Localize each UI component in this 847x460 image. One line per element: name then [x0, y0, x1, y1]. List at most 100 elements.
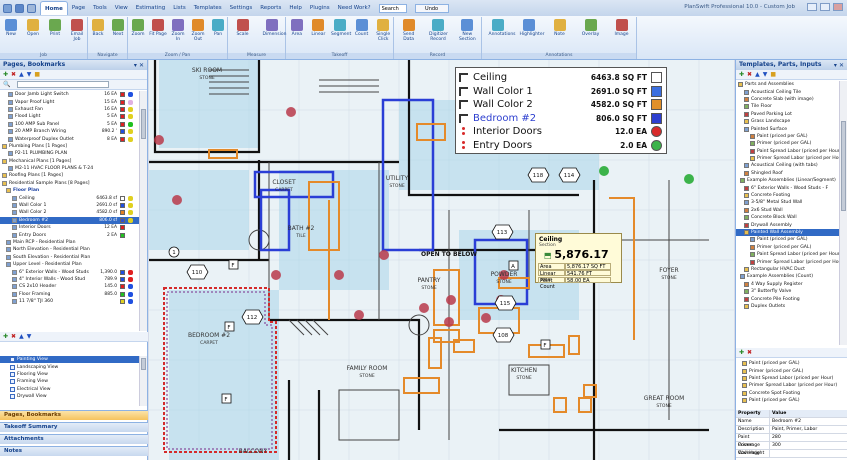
lightbulb-icon[interactable]: [128, 195, 133, 201]
down-icon[interactable]: ▼: [27, 71, 32, 78]
annotations-button[interactable]: Annotations: [489, 19, 516, 37]
highlighter-button[interactable]: Highlighter: [520, 19, 544, 37]
part-row[interactable]: Shingled Roof: [736, 170, 839, 177]
pan-button[interactable]: Pan: [209, 19, 227, 37]
lightbulb-icon[interactable]: [128, 136, 133, 142]
color-swatch[interactable]: [120, 129, 125, 135]
parts-scrollbar[interactable]: [839, 81, 847, 345]
next-button[interactable]: Next: [109, 19, 127, 37]
tree-row[interactable]: CS 2x10 Header 145.0: [0, 283, 139, 290]
drawing-canvas[interactable]: 110 112 118 114 113 115 108 1 F F F A F SKI RO…: [149, 60, 734, 460]
lower-delete-icon[interactable]: ✖: [747, 349, 752, 356]
part-row[interactable]: Duplex Outlets: [736, 303, 839, 310]
color-swatch[interactable]: [120, 276, 125, 282]
lower-add-icon[interactable]: ✚: [739, 349, 744, 356]
back-button[interactable]: Back: [89, 19, 107, 37]
lightbulb-icon[interactable]: [128, 106, 133, 112]
quick-access-icon[interactable]: [27, 3, 36, 13]
part-row[interactable]: Example Assemblies (Count): [736, 273, 839, 280]
tree-row[interactable]: Upper Level - Residential Plan: [0, 261, 139, 268]
lightbulb-icon[interactable]: [128, 99, 133, 105]
item-row[interactable]: Primer Spread Labor (priced per Hour): [736, 382, 839, 389]
tree-row[interactable]: Wall Color 2 4582.0 sf: [0, 209, 139, 216]
part-row[interactable]: Primer (priced per GAL): [736, 140, 839, 147]
up-icon[interactable]: ▲: [19, 71, 24, 78]
part-row[interactable]: Drywall Assembly: [736, 221, 839, 228]
digitizer-record-button[interactable]: Digitizer Record: [429, 19, 448, 42]
color-swatch[interactable]: [120, 210, 125, 216]
tab-settings[interactable]: Settings: [226, 1, 257, 15]
tree-row[interactable]: Wall Color 1 2691.0 sf: [0, 202, 139, 209]
property-row[interactable]: Wall Height: [736, 450, 847, 458]
area-button[interactable]: Area: [288, 19, 306, 37]
tree-row[interactable]: 100 AMP Sub Panel 5 EA: [0, 121, 139, 128]
search-input[interactable]: Search: [378, 3, 407, 13]
part-row[interactable]: Grass Landscape: [736, 118, 839, 125]
send-data-button[interactable]: Send Data: [400, 19, 418, 42]
item-row[interactable]: Paint (priced per GAL): [736, 397, 839, 404]
tab-home[interactable]: Home: [40, 1, 68, 15]
part-up-icon[interactable]: ▲: [755, 71, 760, 78]
tree-row[interactable]: Flood Light 5 EA: [0, 113, 139, 120]
find-input[interactable]: [17, 81, 110, 88]
view-down-icon[interactable]: ▼: [27, 333, 32, 340]
view-item[interactable]: Landscaping View: [0, 363, 139, 370]
tree-row[interactable]: Door Jamb Light Switch 16 EA: [0, 91, 139, 98]
part-row[interactable]: Primer Spread Labor (priced per Hour): [736, 258, 839, 265]
lightbulb-icon[interactable]: [128, 217, 133, 223]
tab-lists[interactable]: Lists: [169, 1, 189, 15]
delete-part-icon[interactable]: ✖: [747, 71, 752, 78]
view-item[interactable]: Framing View: [0, 378, 139, 385]
part-row[interactable]: Primer (priced per GAL): [736, 244, 839, 251]
item-row[interactable]: Paint (priced per GAL): [736, 360, 839, 367]
app-logo-icon[interactable]: [3, 3, 12, 13]
tab-help[interactable]: Help: [285, 1, 306, 15]
fit-page-button[interactable]: Fit Page: [149, 19, 167, 37]
zoom-in-button[interactable]: Zoom In: [169, 19, 187, 42]
lightbulb-icon[interactable]: [128, 121, 133, 127]
views-scroll-thumb[interactable]: [141, 358, 146, 370]
view-item[interactable]: Electrical View: [0, 386, 139, 393]
view-up-icon[interactable]: ▲: [19, 333, 24, 340]
dimension-button[interactable]: Dimension: [263, 19, 286, 37]
undo-button[interactable]: Undo: [414, 3, 449, 13]
color-swatch[interactable]: [120, 114, 125, 120]
part-row[interactable]: Painted Wall Assembly: [736, 228, 839, 237]
views-scrollbar[interactable]: [139, 356, 147, 406]
tab-reports[interactable]: Reports: [256, 1, 285, 15]
single-click-button[interactable]: Single Click: [374, 19, 392, 42]
tree-row[interactable]: South Elevation - Residential Plan: [0, 254, 139, 261]
color-swatch[interactable]: [120, 136, 125, 142]
property-row[interactable]: Name Bedroom #2: [736, 418, 847, 426]
lightbulb-icon[interactable]: [128, 129, 133, 135]
part-row[interactable]: Primer Spread Labor (priced per Hour): [736, 155, 839, 162]
tree-row[interactable]: Floor Plan: [0, 187, 139, 194]
property-value[interactable]: 300: [770, 442, 847, 449]
tree-row[interactable]: 20 AMP Branch Wiring 890.2 ': [0, 128, 139, 135]
part-row[interactable]: Rectangular HVAC Duct: [736, 266, 839, 273]
part-row[interactable]: Concrete Pile Footing: [736, 295, 839, 302]
part-row[interactable]: 3" Butterfly Valve: [736, 288, 839, 295]
zoom-button[interactable]: Zoom: [129, 19, 147, 37]
color-swatch[interactable]: [120, 92, 125, 98]
part-down-icon[interactable]: ▼: [763, 71, 768, 78]
view-item[interactable]: Drywall View: [0, 393, 139, 400]
lightbulb-icon[interactable]: [128, 291, 133, 297]
part-row[interactable]: Acoustical Ceiling Tile: [736, 88, 839, 95]
note-button[interactable]: Note: [551, 19, 569, 37]
part-row[interactable]: Paint Spread Labor (priced per Hour): [736, 148, 839, 155]
view-item[interactable]: Flooring View: [0, 371, 139, 378]
color-swatch[interactable]: [120, 195, 125, 201]
part-row[interactable]: Paved Parking Lot: [736, 111, 839, 118]
part-row[interactable]: Concrete Block Wall: [736, 214, 839, 221]
part-row[interactable]: Parts and Assemblies: [736, 81, 839, 88]
add-view-icon[interactable]: ✚: [3, 333, 8, 340]
property-row[interactable]: Paint Coverage 280: [736, 434, 847, 448]
tab-view[interactable]: View: [111, 1, 132, 15]
color-swatch[interactable]: [120, 299, 125, 305]
part-row[interactable]: Painted Surface: [736, 125, 839, 132]
item-row[interactable]: Paint Spread Labor (priced per Hour): [736, 375, 839, 382]
add-icon[interactable]: ✚: [3, 71, 8, 78]
tree-row[interactable]: Main RCP - Residential Plan: [0, 239, 139, 246]
part-row[interactable]: 2x6 Stud Wall: [736, 207, 839, 214]
